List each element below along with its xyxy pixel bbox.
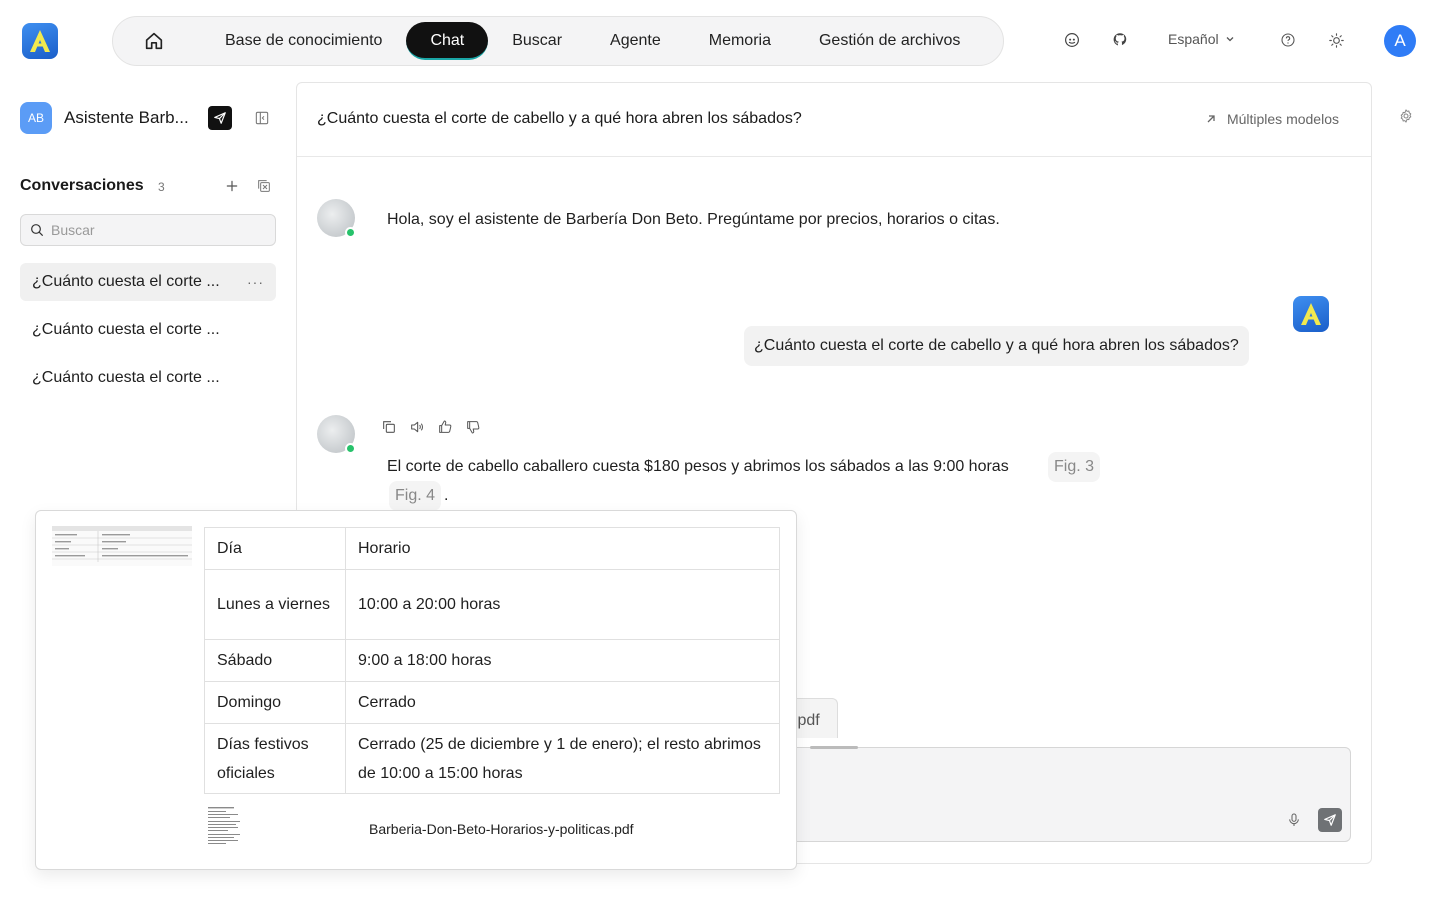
nav-knowledge-base[interactable]: Base de conocimiento: [201, 22, 406, 60]
send-icon: [214, 112, 226, 124]
table-cell: Sábado: [204, 639, 346, 682]
language-label: Español: [1168, 31, 1219, 47]
github-icon[interactable]: [1111, 31, 1129, 49]
microphone-icon: [1289, 813, 1299, 826]
online-status-dot: [345, 443, 356, 454]
home-icon: [145, 32, 163, 50]
nav-home[interactable]: [133, 22, 175, 60]
microphone-button[interactable]: [1286, 812, 1302, 828]
logo-a-icon: [1301, 303, 1321, 325]
user-message-avatar: [1293, 296, 1329, 332]
language-selector[interactable]: Español: [1168, 31, 1235, 47]
clear-conversations-button[interactable]: [256, 178, 272, 194]
table-cell: Lunes a viernes: [204, 569, 346, 640]
arrow-up-right-icon: [1207, 115, 1215, 123]
input-resize-handle[interactable]: [810, 746, 858, 749]
table-cell: Cerrado (25 de diciembre y 1 de enero); …: [345, 723, 780, 794]
search-input[interactable]: [51, 222, 251, 238]
bot-avatar: [317, 415, 356, 454]
citation-chip[interactable]: Fig. 3: [1048, 452, 1101, 482]
help-icon[interactable]: [1279, 31, 1297, 49]
nav-memory[interactable]: Memoria: [685, 22, 795, 60]
bot-greeting-message: Hola, soy el asistente de Barbería Don B…: [387, 211, 1000, 228]
table-row: Sábado 9:00 a 18:00 horas: [204, 639, 780, 682]
send-icon: [1324, 814, 1336, 826]
table-row: Domingo Cerrado: [204, 681, 780, 724]
plus-icon: [226, 180, 238, 192]
collapse-sidebar-button[interactable]: [254, 110, 270, 126]
discord-icon[interactable]: [1063, 31, 1081, 49]
table-row: Días festivos oficiales Cerrado (25 de d…: [204, 723, 780, 794]
user-avatar[interactable]: A: [1384, 25, 1416, 57]
document-thumbnail: [52, 526, 192, 566]
message-input[interactable]: [786, 747, 1351, 842]
conversation-item[interactable]: ¿Cuánto cuesta el corte ...: [20, 311, 276, 349]
multiple-models-label: Múltiples modelos: [1226, 111, 1339, 127]
chat-title: ¿Cuánto cuesta el corte de cabello y a q…: [317, 110, 802, 127]
table-cell: 10:00 a 20:00 horas: [345, 569, 780, 640]
table-cell: Horario: [345, 527, 780, 570]
sidebar-collapse-icon: [255, 111, 269, 125]
speaker-icon[interactable]: [409, 419, 425, 435]
conversations-count: 3: [158, 180, 165, 194]
conversation-item[interactable]: ¿Cuánto cuesta el corte ...: [20, 359, 276, 397]
nav-agent[interactable]: Agente: [586, 22, 685, 60]
table-row: Lunes a viernes 10:00 a 20:00 horas: [204, 569, 780, 640]
nav-file-management[interactable]: Gestión de archivos: [795, 22, 984, 60]
conversation-search[interactable]: [20, 214, 276, 246]
pdf-thumbnail: [206, 805, 242, 849]
conversations-title: Conversaciones: [20, 177, 144, 194]
bot-avatar: [317, 199, 356, 238]
chat-header: ¿Cuánto cuesta el corte de cabello y a q…: [297, 83, 1371, 157]
citation-popover: Día Horario Lunes a viernes 10:00 a 20:0…: [35, 510, 797, 870]
share-assistant-button[interactable]: [208, 106, 232, 130]
nav-search[interactable]: Buscar: [488, 22, 586, 60]
more-options-icon[interactable]: ···: [247, 274, 264, 290]
table-cell: Día: [204, 527, 346, 570]
source-file-name[interactable]: Barberia-Don-Beto-Horarios-y-politicas.p…: [369, 821, 634, 837]
main-nav: Base de conocimiento Chat Buscar Agente …: [112, 16, 1004, 66]
multiple-models-button[interactable]: Múltiples modelos: [1205, 111, 1339, 127]
user-message: ¿Cuánto cuesta el corte de cabello y a q…: [744, 326, 1249, 366]
table-header-row: Día Horario: [204, 527, 780, 570]
search-icon: [31, 224, 43, 236]
gear-icon: [1400, 109, 1412, 123]
app-logo[interactable]: [22, 23, 58, 59]
conversation-item[interactable]: ¿Cuánto cuesta el corte ... ···: [20, 263, 276, 301]
table-cell: Días festivos oficiales: [204, 723, 346, 794]
table-cell: Cerrado: [345, 681, 780, 724]
bot-answer-message: El corte de cabello caballero cuesta $18…: [387, 458, 1009, 475]
chat-settings-button[interactable]: [1398, 108, 1414, 124]
citation-chip[interactable]: Fig. 4: [389, 481, 442, 511]
conversation-title: ¿Cuánto cuesta el corte ...: [32, 321, 220, 338]
table-cell: 9:00 a 18:00 horas: [345, 639, 780, 682]
assistant-badge: AB: [20, 102, 52, 134]
chevron-down-icon: [1226, 37, 1234, 42]
sun-icon[interactable]: [1327, 31, 1345, 49]
send-message-button[interactable]: [1318, 808, 1342, 832]
logo-a-icon: [30, 30, 50, 52]
copy-icon[interactable]: [381, 419, 397, 435]
answer-end-punctuation: .: [444, 487, 449, 504]
schedule-table: Día Horario Lunes a viernes 10:00 a 20:0…: [204, 527, 780, 794]
conversation-title: ¿Cuánto cuesta el corte ...: [32, 369, 220, 386]
conversation-title: ¿Cuánto cuesta el corte ...: [32, 273, 220, 290]
clear-icon: [258, 180, 270, 192]
nav-chat[interactable]: Chat: [406, 22, 489, 60]
table-cell: Domingo: [204, 681, 346, 724]
online-status-dot: [345, 227, 356, 238]
thumbs-up-icon[interactable]: [437, 419, 453, 435]
assistant-name[interactable]: Asistente Barb...: [64, 108, 189, 128]
new-conversation-button[interactable]: [224, 178, 240, 194]
thumbs-down-icon[interactable]: [465, 419, 481, 435]
